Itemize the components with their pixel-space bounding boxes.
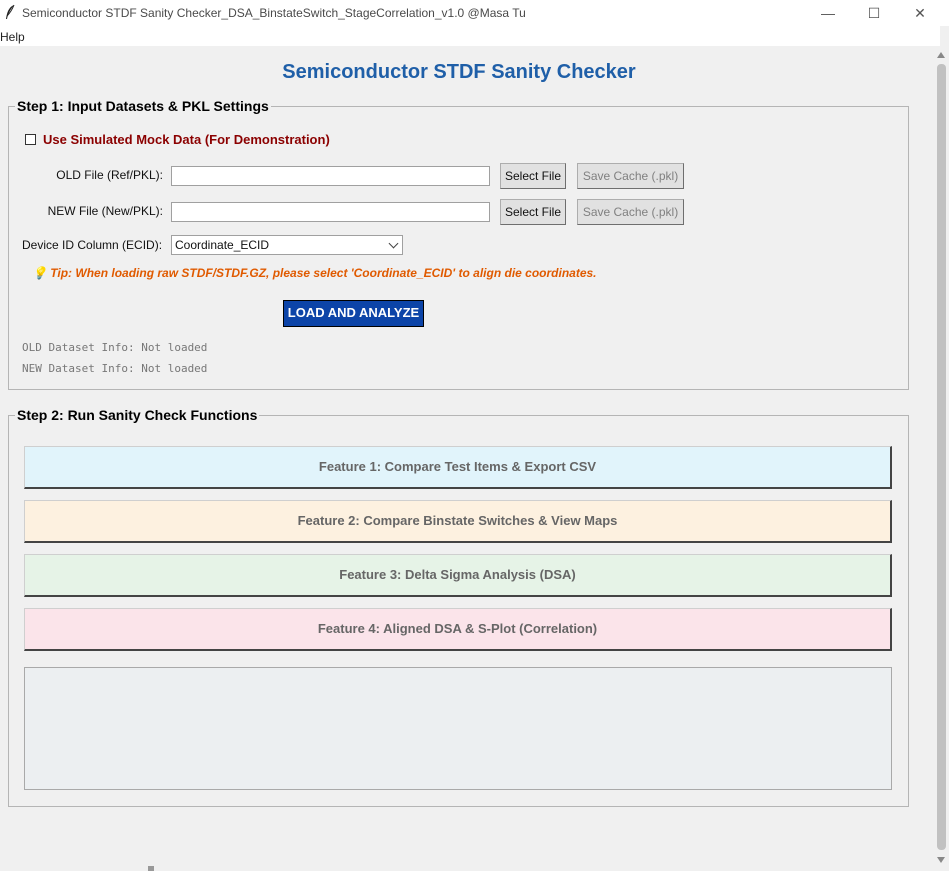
feature1-button[interactable]: Feature 1: Compare Test Items & Export C… (24, 446, 892, 489)
menu-help[interactable]: Help (0, 30, 25, 44)
menu-bar: Help (0, 26, 940, 46)
feature4-button[interactable]: Feature 4: Aligned DSA & S-Plot (Correla… (24, 608, 892, 651)
device-id-value: Coordinate_ECID (175, 238, 270, 252)
step2-legend: Step 2: Run Sanity Check Functions (15, 407, 260, 423)
feature3-button[interactable]: Feature 3: Delta Sigma Analysis (DSA) (24, 554, 892, 597)
new-file-label: NEW File (New/PKL): (47, 204, 163, 218)
scroll-down-icon[interactable] (937, 857, 945, 863)
minimize-button[interactable]: — (805, 0, 851, 26)
page-title: Semiconductor STDF Sanity Checker (282, 61, 636, 83)
old-save-cache-button[interactable]: Save Cache (.pkl) (577, 163, 684, 189)
old-select-file-button[interactable]: Select File (500, 163, 566, 189)
title-bar: Semiconductor STDF Sanity Checker_DSA_Bi… (0, 0, 949, 26)
scroll-thumb[interactable] (937, 64, 946, 850)
new-file-input[interactable] (171, 202, 490, 222)
maximize-button[interactable]: ☐ (851, 0, 897, 26)
scroll-up-icon[interactable] (937, 52, 945, 58)
close-icon: ✕ (914, 4, 926, 21)
minimize-icon: — (821, 5, 835, 21)
device-id-select[interactable]: Coordinate_ECID (171, 235, 403, 255)
chevron-down-icon (388, 238, 399, 249)
feather-icon (6, 4, 15, 19)
resize-grip[interactable] (148, 866, 154, 871)
app-window: Semiconductor STDF Sanity Checker_DSA_Bi… (0, 0, 949, 871)
new-select-file-button[interactable]: Select File (500, 199, 566, 225)
tip-text: 💡 Tip: When loading raw STDF/STDF.GZ, pl… (32, 266, 597, 280)
new-save-cache-button[interactable]: Save Cache (.pkl) (577, 199, 684, 225)
old-dataset-info: OLD Dataset Info: Not loaded (22, 341, 208, 354)
step1-legend: Step 1: Input Datasets & PKL Settings (15, 98, 271, 114)
device-id-label: Device ID Column (ECID): (22, 238, 163, 252)
new-dataset-info: NEW Dataset Info: Not loaded (22, 362, 208, 375)
window-title: Semiconductor STDF Sanity Checker_DSA_Bi… (22, 6, 526, 20)
close-button[interactable]: ✕ (897, 0, 943, 26)
maximize-icon: ☐ (867, 4, 881, 21)
old-file-input[interactable] (171, 166, 490, 186)
mock-data-label[interactable]: Use Simulated Mock Data (For Demonstrati… (43, 132, 330, 147)
feature2-button[interactable]: Feature 2: Compare Binstate Switches & V… (24, 500, 892, 543)
load-analyze-button[interactable]: LOAD AND ANALYZE (283, 300, 424, 327)
old-file-label: OLD File (Ref/PKL): (56, 168, 163, 182)
vertical-scrollbar[interactable] (934, 46, 949, 871)
output-log-area[interactable] (24, 667, 892, 790)
mock-data-checkbox[interactable] (25, 134, 36, 145)
